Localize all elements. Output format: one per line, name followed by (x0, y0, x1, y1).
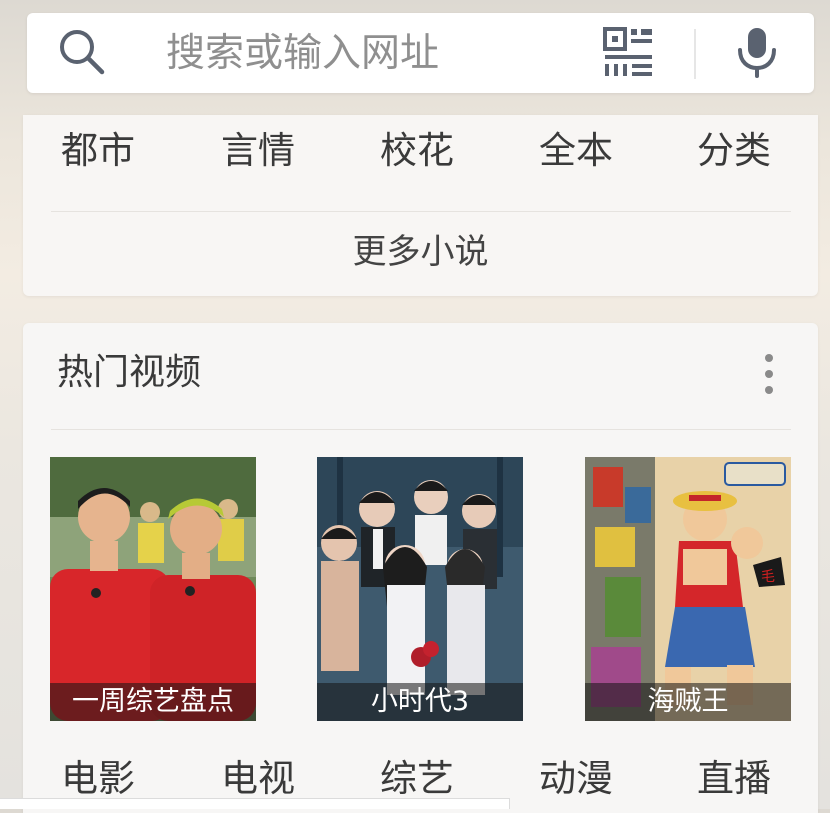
search-bar[interactable] (27, 13, 814, 93)
more-options-icon[interactable] (759, 353, 779, 395)
video-thumbnail-variety-weekly[interactable]: 一周综艺盘点 (50, 457, 256, 721)
video-category-tv[interactable]: 电视 (221, 755, 295, 803)
hot-videos-card: 热门视频 一周综艺盘点 小时代3 毛 海贼王 电影 电视 综艺 动漫 直播 (23, 323, 818, 813)
more-novels-link[interactable]: 更多小说 (23, 229, 818, 275)
video-category-anime[interactable]: 动漫 (539, 755, 613, 803)
microphone-icon[interactable] (735, 26, 779, 78)
novel-category-yanqing[interactable]: 言情 (221, 127, 295, 175)
svg-text:毛: 毛 (761, 569, 775, 585)
hot-videos-divider (51, 429, 791, 430)
one-piece-poster: 毛 (585, 457, 791, 721)
novel-card-divider (51, 211, 791, 212)
video-category-live[interactable]: 直播 (697, 755, 771, 803)
video-category-variety[interactable]: 综艺 (380, 755, 454, 803)
tiny-times-3-poster (317, 457, 523, 721)
novel-category-xiaohua[interactable]: 校花 (380, 127, 454, 175)
video-category-movie[interactable]: 电影 (61, 755, 135, 803)
video-caption: 海贼王 (585, 683, 791, 721)
variety-show-image (50, 457, 256, 721)
hot-videos-title: 热门视频 (57, 352, 202, 393)
qr-scan-icon[interactable] (603, 27, 654, 78)
video-thumbnail-tiny-times-3[interactable]: 小时代3 (317, 457, 523, 721)
novel-category-dushi[interactable]: 都市 (61, 127, 135, 175)
search-input[interactable] (166, 27, 606, 79)
novel-category-fenlei[interactable]: 分类 (697, 127, 771, 175)
search-icon[interactable] (56, 27, 108, 77)
bottom-status-strip (0, 798, 510, 809)
search-bar-divider (694, 29, 696, 79)
video-thumbnail-one-piece[interactable]: 毛 海贼王 (585, 457, 791, 721)
novel-categories-card: 都市 言情 校花 全本 分类 更多小说 (23, 115, 818, 296)
video-caption: 小时代3 (317, 683, 523, 721)
video-caption: 一周综艺盘点 (50, 683, 256, 721)
novel-category-quanben[interactable]: 全本 (539, 127, 613, 175)
